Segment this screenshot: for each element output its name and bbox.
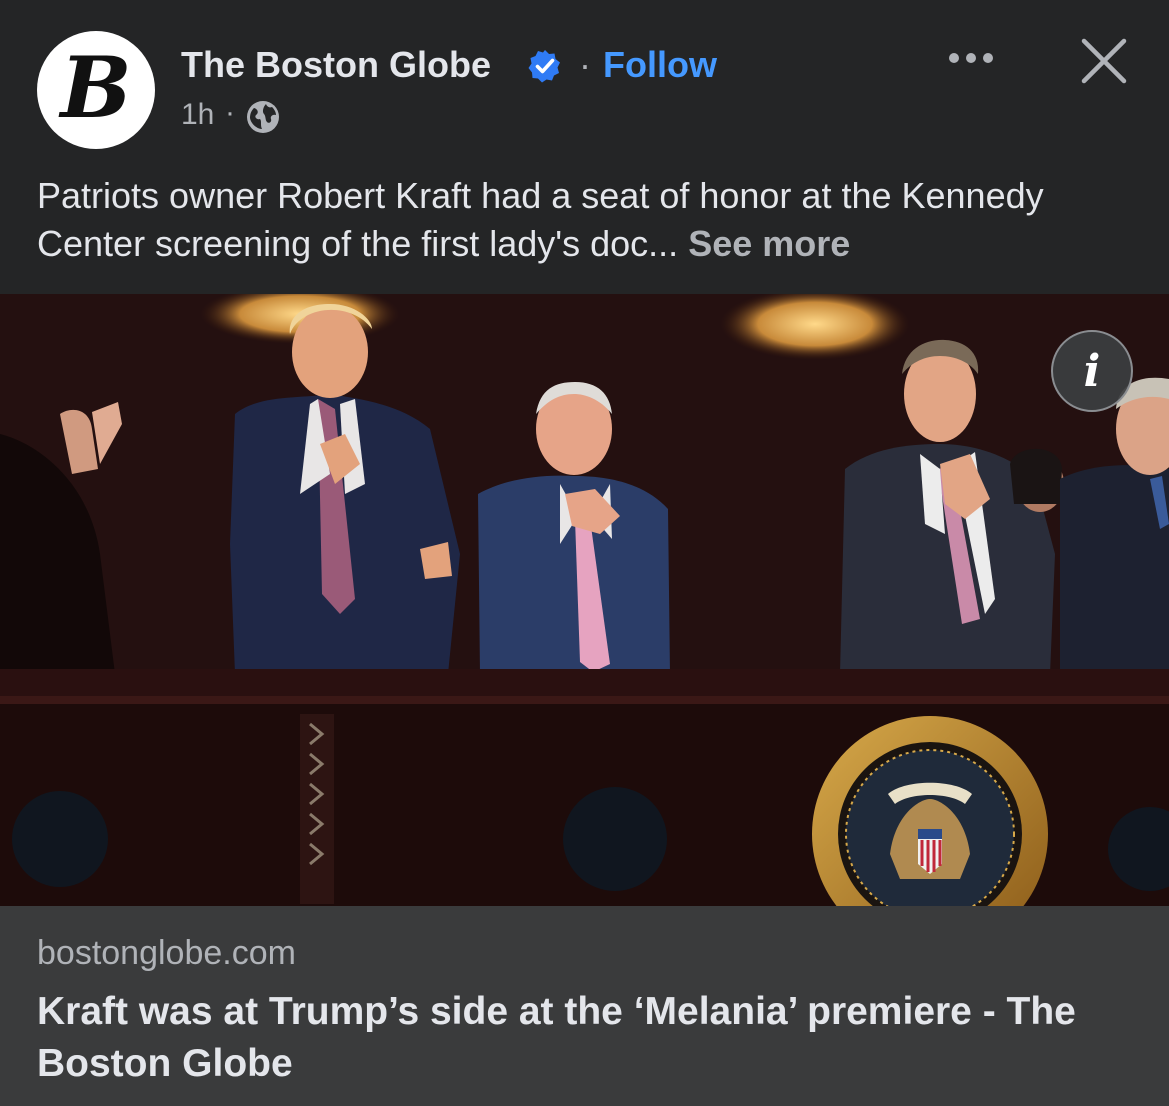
- page-avatar[interactable]: B: [37, 31, 155, 149]
- more-options-icon[interactable]: [941, 38, 1001, 78]
- link-domain: bostonglobe.com: [37, 934, 296, 972]
- post-caption: Patriots owner Robert Kraft had a seat o…: [37, 172, 1147, 268]
- header-separator: ·: [579, 44, 591, 85]
- follow-button[interactable]: Follow: [603, 44, 717, 86]
- post-caption-text: Patriots owner Robert Kraft had a seat o…: [37, 175, 1044, 264]
- verified-badge-icon: [528, 50, 560, 83]
- post-photo[interactable]: [0, 294, 1169, 906]
- close-icon[interactable]: [1078, 35, 1130, 87]
- link-headline[interactable]: Kraft was at Trump’s side at the ‘Melani…: [37, 986, 1137, 1090]
- meta-separator: ·: [225, 96, 235, 129]
- avatar-logo: B: [60, 38, 132, 137]
- info-icon[interactable]: i: [1051, 330, 1133, 412]
- photo-scene: [0, 294, 1169, 906]
- link-preview[interactable]: bostonglobe.com Kraft was at Trump’s sid…: [0, 906, 1169, 1106]
- see-more-link[interactable]: See more: [688, 223, 850, 264]
- page-name-link[interactable]: The Boston Globe: [181, 44, 491, 86]
- post-timestamp[interactable]: 1h: [181, 98, 214, 132]
- globe-icon: [247, 101, 279, 133]
- post-header: B The Boston Globe · Follow 1h ·: [0, 0, 1169, 170]
